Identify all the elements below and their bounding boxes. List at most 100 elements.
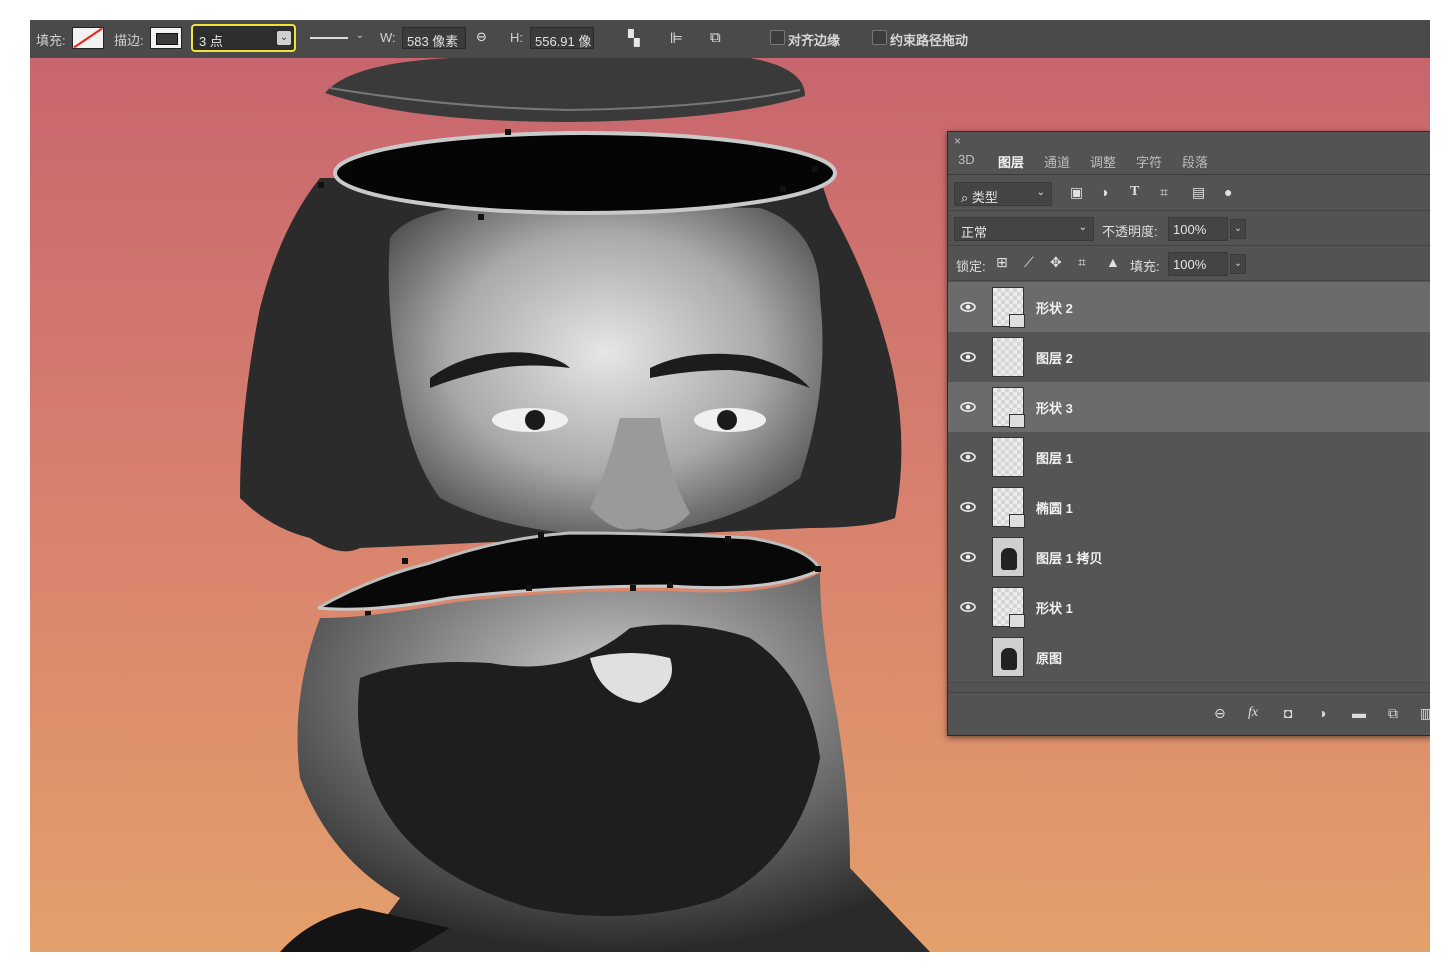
stroke-swatch[interactable] [150,27,182,49]
lock-all-icon[interactable]: ▲ [1106,254,1120,270]
lock-brush-icon[interactable]: ⟋ [1024,254,1034,271]
fill-swatch[interactable] [72,27,104,49]
link-layers-icon[interactable]: ⊖ [1214,705,1226,722]
blend-mode-value: 正常 [961,225,988,240]
filter-shape-icon[interactable]: ⌗ [1160,184,1168,201]
layer-thumbnail [992,637,1024,677]
eye-icon[interactable] [960,399,976,415]
filter-type-icon[interactable]: T [1130,184,1139,200]
layer-list: 形状 2 图层 2 形状 3 图层 1 椭圆 1 图层 1 拷贝 形状 1 原图 [948,282,1430,692]
eye-icon[interactable] [960,599,976,615]
chevron-down-icon: ⌄ [1078,222,1087,233]
path-operations-icon[interactable]: ▚ [628,29,640,47]
fill-label: 填充: [36,33,66,48]
layer-thumbnail [992,537,1024,577]
new-adjustment-icon[interactable]: ◑ [1318,705,1326,721]
filter-smartobject-icon[interactable]: ▤ [1192,184,1205,201]
opacity-slider-toggle[interactable]: ⌄ [1230,219,1246,239]
layer-name: 图层 1 拷贝 [1036,551,1103,566]
tab-3d[interactable]: 3D [958,152,975,167]
layer-row[interactable]: 图层 1 [948,432,1430,483]
new-layer-icon[interactable]: ⧉ [1388,705,1398,722]
opacity-label: 不透明度: [1102,224,1158,239]
opacity-field[interactable]: 100% [1168,217,1228,241]
layer-name: 椭圆 1 [1036,501,1073,516]
chevron-down-icon: ⌄ [355,30,364,41]
eye-icon[interactable] [960,649,976,665]
height-label: H: [510,30,523,45]
layer-thumbnail [992,587,1025,628]
layer-name: 图层 2 [1036,351,1073,366]
layer-name: 形状 1 [1036,601,1073,616]
options-bar: 填充: 描边: 3 点 ⌄ ⌄ W: 583 像素 ⊖ H: 556.91 像 … [30,20,1430,59]
tab-adjustments[interactable]: 调整 [1090,152,1116,171]
layer-name: 形状 3 [1036,401,1073,416]
tab-channels[interactable]: 通道 [1044,152,1070,171]
path-alignment-icon[interactable]: ⊫ [670,29,683,47]
path-arrangement-icon[interactable]: ⧉ [710,29,721,46]
layer-row[interactable]: 椭圆 1 [948,482,1430,533]
eye-icon[interactable] [960,499,976,515]
layer-row[interactable]: 形状 1 [948,582,1430,633]
constrain-path-checkbox[interactable] [872,30,887,45]
panel-tabs: 3D 图层 通道 调整 字符 段落 [948,146,1430,175]
stroke-size-dropdown[interactable]: 3 点 ⌄ [191,24,296,52]
chevron-down-icon: ⌄ [277,31,291,45]
layer-name: 原图 [1036,651,1063,666]
constrain-path-label: 约束路径拖动 [890,33,969,48]
align-edges-checkbox[interactable] [770,30,785,45]
filter-adjustment-icon[interactable]: ◑ [1100,184,1108,200]
lock-artboard-icon[interactable]: ⌗ [1078,254,1086,271]
align-edges-label: 对齐边缘 [788,33,841,48]
layer-thumbnail [992,287,1025,328]
link-icon[interactable]: ⊖ [476,29,487,45]
layer-thumbnail [992,337,1024,377]
layer-name: 图层 1 [1036,451,1073,466]
filter-pixel-icon[interactable]: ▣ [1070,184,1083,201]
stroke-size-value: 3 点 [199,34,223,49]
filter-row: ⌕ 类型 ⌄ ▣ ◑ T ⌗ ▤ ● [948,176,1430,211]
height-field[interactable]: 556.91 像 [530,27,594,49]
lock-label: 锁定: [956,259,986,274]
width-label: W: [380,30,396,45]
blend-mode-dropdown[interactable]: 正常 ⌄ [954,217,1094,241]
lock-position-icon[interactable]: ✥ [1050,254,1062,271]
fill-slider-toggle[interactable]: ⌄ [1230,254,1246,274]
new-group-icon[interactable]: ▬ [1352,705,1366,721]
eye-icon[interactable] [960,349,976,365]
photoshop-window: 填充: 描边: 3 点 ⌄ ⌄ W: 583 像素 ⊖ H: 556.91 像 … [30,20,1430,952]
fx-icon[interactable]: fx [1248,705,1258,721]
stroke-type-dropdown[interactable]: ⌄ [306,27,366,49]
tab-paragraph[interactable]: 段落 [1182,152,1208,171]
layer-row[interactable]: 图层 1 拷贝 [948,532,1430,583]
layer-row[interactable]: 图层 2 [948,332,1430,383]
eye-icon[interactable] [960,549,976,565]
layer-thumbnail [992,387,1025,428]
panel-bottom-bar: ⊖ fx ◘ ◑ ▬ ⧉ ▥ [948,692,1430,735]
filter-toggle-icon[interactable]: ● [1224,184,1232,200]
search-icon: ⌕ [961,190,969,205]
width-field[interactable]: 583 像素 [402,27,466,49]
lock-transparent-icon[interactable]: ⊞ [996,254,1008,271]
layer-filter-dropdown[interactable]: ⌕ 类型 ⌄ [954,182,1052,206]
layers-panel: × 3D 图层 通道 调整 字符 段落 ⌕ 类型 ⌄ ▣ ◑ T ⌗ ▤ ● 正… [947,131,1430,736]
delete-layer-icon[interactable]: ▥ [1420,705,1430,722]
eye-icon[interactable] [960,299,976,315]
layer-row[interactable]: 形状 3 [948,382,1430,433]
layer-thumbnail [992,487,1025,528]
blend-row: 正常 ⌄ 不透明度: 100% ⌄ [948,211,1430,246]
eye-icon[interactable] [960,449,976,465]
lock-row: 锁定: ⊞ ⟋ ✥ ⌗ ▲ 填充: 100% ⌄ [948,246,1430,281]
layer-thumbnail [992,437,1024,477]
layer-row[interactable]: 形状 2 [948,282,1430,333]
layer-name: 形状 2 [1036,301,1073,316]
tab-layers[interactable]: 图层 [998,152,1024,171]
tab-character[interactable]: 字符 [1136,152,1162,171]
chevron-down-icon: ⌄ [1036,187,1045,198]
layer-row[interactable]: 原图 [948,632,1430,683]
stroke-label: 描边: [114,33,144,48]
filter-kind-value: 类型 [971,190,998,205]
fill-label: 填充: [1130,259,1160,274]
add-mask-icon[interactable]: ◘ [1284,705,1292,721]
fill-field[interactable]: 100% [1168,252,1228,276]
